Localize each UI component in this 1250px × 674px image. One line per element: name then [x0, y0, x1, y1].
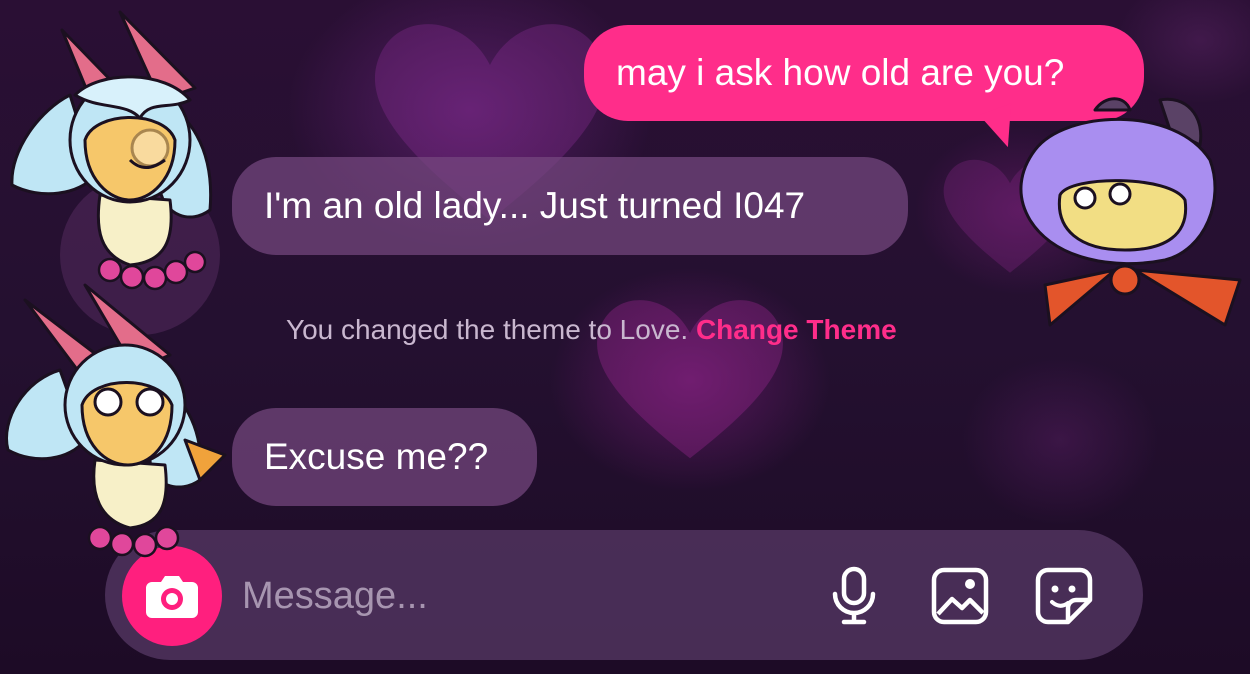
system-notice-text: You changed the theme to Love.	[286, 314, 689, 345]
avatar[interactable]	[60, 175, 220, 335]
change-theme-link[interactable]: Change Theme	[696, 314, 897, 345]
camera-icon	[146, 576, 198, 618]
background-heart-decoration	[597, 300, 783, 459]
message-text: I'm an old lady... Just turned I047	[264, 185, 806, 226]
sticker-icon	[1035, 567, 1093, 625]
chat-screen: may i ask how old are you? I'm an old la…	[0, 0, 1250, 674]
message-input[interactable]	[242, 566, 802, 626]
background-heart-decoration	[943, 159, 1077, 273]
gallery-button[interactable]	[928, 564, 992, 628]
outgoing-message-bubble[interactable]: may i ask how old are you?	[584, 25, 1144, 121]
purple-haired-girl-sticker	[1019, 97, 1242, 327]
incoming-message-bubble[interactable]: Excuse me??	[232, 408, 537, 506]
sticker-button[interactable]	[1032, 564, 1096, 628]
incoming-message-bubble[interactable]: I'm an old lady... Just turned I047	[232, 157, 908, 255]
camera-button[interactable]	[122, 546, 222, 646]
microphone-button[interactable]	[822, 564, 886, 628]
message-text: Excuse me??	[264, 436, 489, 477]
gallery-icon	[931, 567, 989, 625]
theme-change-notice: You changed the theme to Love. Change Th…	[286, 314, 897, 346]
microphone-icon	[832, 566, 876, 625]
message-text: may i ask how old are you?	[616, 52, 1065, 93]
